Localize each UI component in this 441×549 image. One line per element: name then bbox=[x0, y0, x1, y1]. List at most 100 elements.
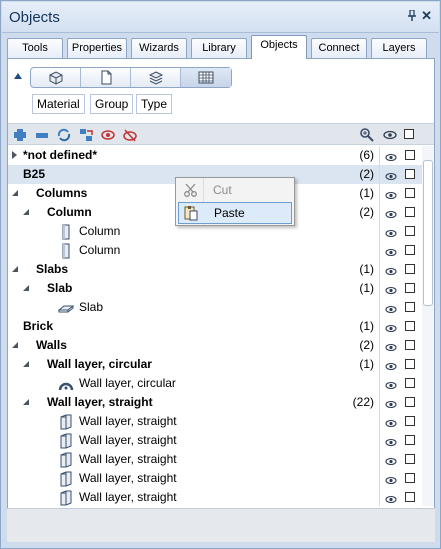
tab-properties[interactable]: Properties bbox=[67, 38, 127, 58]
document-view-button[interactable] bbox=[81, 68, 131, 87]
tree-row[interactable]: Wall layer, circular bbox=[8, 374, 434, 393]
row-checkbox[interactable] bbox=[405, 416, 415, 426]
row-checkbox[interactable] bbox=[405, 207, 415, 217]
tree-row[interactable]: Wall layer, circular (1) bbox=[8, 355, 434, 374]
row-checkbox[interactable] bbox=[405, 302, 415, 312]
row-checkbox[interactable] bbox=[405, 359, 415, 369]
row-checkbox[interactable] bbox=[405, 283, 415, 293]
expand-arrow-icon[interactable] bbox=[12, 151, 17, 159]
row-checkbox[interactable] bbox=[405, 245, 415, 255]
tab-connect[interactable]: Connect bbox=[311, 38, 367, 58]
tree-row-count: (1) bbox=[359, 319, 374, 333]
tree-row[interactable]: Wall layer, straight bbox=[8, 488, 434, 506]
visibility-eye-icon[interactable] bbox=[385, 416, 397, 428]
collapse-arrow-icon[interactable] bbox=[23, 399, 29, 405]
visibility-eye-icon[interactable] bbox=[385, 207, 397, 219]
grid-view-button[interactable] bbox=[181, 68, 231, 87]
visibility-eye-icon[interactable] bbox=[385, 283, 397, 295]
row-checkbox[interactable] bbox=[405, 340, 415, 350]
tree-row[interactable]: Slab bbox=[8, 298, 434, 317]
visibility-eye-icon[interactable] bbox=[385, 492, 397, 504]
tree-row[interactable]: Wall layer, straight bbox=[8, 469, 434, 488]
collapse-arrow-icon[interactable] bbox=[12, 190, 18, 196]
collapse-arrow-icon[interactable] bbox=[23, 285, 29, 291]
row-checkbox[interactable] bbox=[405, 454, 415, 464]
collapse-arrow-icon[interactable] bbox=[12, 266, 18, 272]
collapse-arrow-icon[interactable] bbox=[23, 361, 29, 367]
tab-wizards[interactable]: Wizards bbox=[131, 38, 187, 58]
tree-row[interactable]: Walls (2) bbox=[8, 336, 434, 355]
tree-row[interactable]: Slab (1) bbox=[8, 279, 434, 298]
pin-icon[interactable] bbox=[407, 9, 417, 25]
menu-item-paste[interactable]: Paste bbox=[178, 202, 292, 224]
visibility-eye-icon[interactable] bbox=[385, 435, 397, 447]
close-icon[interactable]: ✕ bbox=[421, 8, 432, 24]
tree-row[interactable]: Slabs (1) bbox=[8, 260, 434, 279]
row-checkbox[interactable] bbox=[405, 226, 415, 236]
row-checkbox[interactable] bbox=[405, 435, 415, 445]
visibility-eye-icon[interactable] bbox=[385, 359, 397, 371]
tree-row[interactable]: Wall layer, straight bbox=[8, 431, 434, 450]
tree-row[interactable]: Column bbox=[8, 241, 434, 260]
show-icon[interactable] bbox=[122, 127, 138, 143]
visibility-eye-icon[interactable] bbox=[385, 226, 397, 238]
tree-row[interactable]: Wall layer, straight (22) bbox=[8, 393, 434, 412]
tab-tools[interactable]: Tools bbox=[7, 38, 63, 58]
slab-object-icon bbox=[57, 300, 75, 316]
scrollbar-thumb[interactable] bbox=[423, 160, 433, 306]
visibility-eye-icon[interactable] bbox=[385, 150, 397, 162]
visibility-eye-icon[interactable] bbox=[385, 245, 397, 257]
row-checkbox[interactable] bbox=[405, 473, 415, 483]
visibility-eye-icon[interactable] bbox=[385, 397, 397, 409]
tab-layers[interactable]: Layers bbox=[371, 38, 427, 58]
criteria-type[interactable]: Type bbox=[136, 94, 173, 114]
zoom-icon[interactable] bbox=[359, 127, 375, 143]
collapse-all-icon[interactable] bbox=[34, 127, 50, 143]
vertical-scrollbar[interactable] bbox=[422, 146, 434, 506]
column-object-icon bbox=[58, 243, 74, 259]
expand-all-icon[interactable] bbox=[12, 127, 28, 143]
structure-view-button[interactable] bbox=[31, 68, 81, 87]
tree-row[interactable]: Brick (1) bbox=[8, 317, 434, 336]
visibility-eye-icon[interactable] bbox=[385, 378, 397, 390]
tree-row-label: *not defined* bbox=[23, 148, 97, 162]
tab-library[interactable]: Library bbox=[191, 38, 247, 58]
tree-row[interactable]: Wall layer, straight bbox=[8, 450, 434, 469]
collapse-arrow-icon[interactable] bbox=[23, 209, 29, 215]
visibility-eye-icon[interactable] bbox=[385, 473, 397, 485]
document-icon bbox=[101, 70, 112, 85]
tree-row[interactable]: *not defined* (6) bbox=[8, 146, 434, 165]
transfer-icon[interactable] bbox=[78, 127, 94, 143]
row-checkbox[interactable] bbox=[405, 397, 415, 407]
structure-icon bbox=[49, 71, 63, 85]
visibility-eye-icon[interactable] bbox=[385, 302, 397, 314]
row-checkbox[interactable] bbox=[405, 378, 415, 388]
row-checkbox[interactable] bbox=[405, 150, 415, 160]
row-checkbox[interactable] bbox=[405, 321, 415, 331]
update-icon[interactable] bbox=[56, 127, 72, 143]
menu-item-cut[interactable]: Cut bbox=[178, 180, 292, 202]
visibility-eye-icon[interactable] bbox=[385, 188, 397, 200]
tree-row-label: Column bbox=[79, 224, 121, 238]
tree-row[interactable]: Wall layer, straight bbox=[8, 412, 434, 431]
checkbox-icon[interactable] bbox=[404, 129, 414, 139]
layers-view-button[interactable] bbox=[131, 68, 181, 87]
row-checkbox[interactable] bbox=[405, 169, 415, 179]
collapse-arrow-icon[interactable] bbox=[12, 342, 18, 348]
row-checkbox[interactable] bbox=[405, 492, 415, 502]
sort-up-icon[interactable] bbox=[14, 73, 22, 79]
row-checkbox[interactable] bbox=[405, 188, 415, 198]
visibility-eye-icon[interactable] bbox=[385, 454, 397, 466]
visibility-eye-icon[interactable] bbox=[385, 321, 397, 333]
visibility-eye-icon[interactable] bbox=[385, 264, 397, 276]
tree-row-label: Wall layer, straight bbox=[47, 395, 153, 409]
row-checkbox[interactable] bbox=[405, 264, 415, 274]
hide-icon[interactable] bbox=[100, 127, 116, 143]
criteria-material[interactable]: Material bbox=[32, 94, 85, 114]
context-menu: Cut Paste bbox=[175, 177, 295, 226]
tree-row-count: (2) bbox=[359, 205, 374, 219]
visibility-eye-icon[interactable] bbox=[385, 169, 397, 181]
tab-objects[interactable]: Objects bbox=[251, 35, 307, 59]
criteria-group[interactable]: Group bbox=[90, 94, 134, 114]
visibility-eye-icon[interactable] bbox=[385, 340, 397, 352]
